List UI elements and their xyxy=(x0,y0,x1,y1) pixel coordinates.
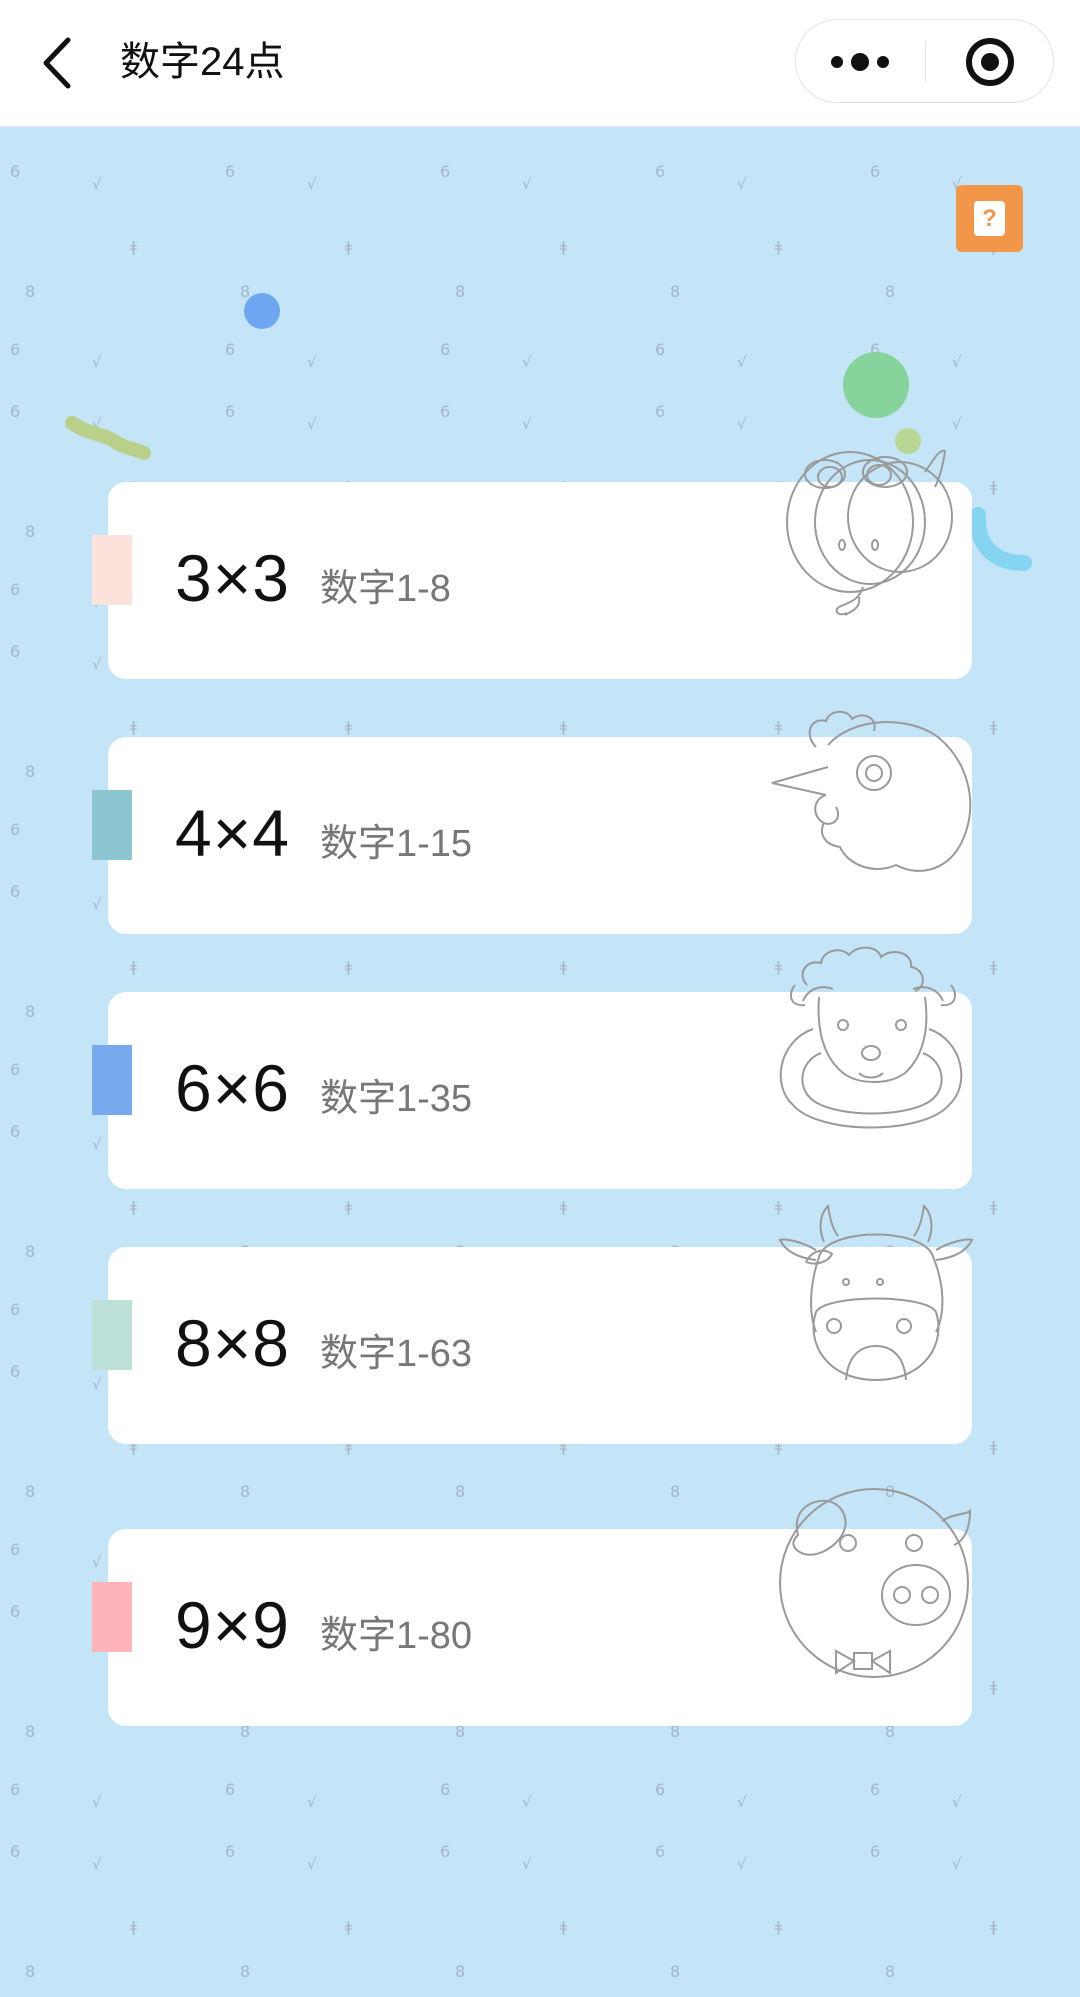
card-color-tag xyxy=(92,535,132,605)
blue-dot-decoration xyxy=(244,293,280,329)
card-color-tag xyxy=(92,790,132,860)
main-content: 6 √ ǂ 8 6 √ ? 3×3 数字1-8 xyxy=(0,127,1080,1997)
pig-icon xyxy=(779,1488,972,1678)
help-button[interactable]: ? xyxy=(956,185,1023,252)
number-range-label: 数字1-63 xyxy=(320,1333,473,1375)
page-title: 数字24点 xyxy=(120,40,285,84)
target-icon xyxy=(966,38,1014,86)
more-button[interactable] xyxy=(796,20,925,104)
chevron-left-icon xyxy=(43,37,71,89)
card-color-tag xyxy=(92,1045,132,1115)
close-button[interactable] xyxy=(926,20,1055,104)
cow-icon xyxy=(778,1203,974,1382)
number-range-label: 数字1-35 xyxy=(320,1078,473,1120)
grid-size-label: 9×9 xyxy=(175,1588,290,1662)
back-button[interactable] xyxy=(34,30,94,96)
grid-size-label: 4×4 xyxy=(175,796,290,870)
grid-size-label: 3×3 xyxy=(175,541,290,615)
question-icon: ? xyxy=(974,201,1005,236)
grid-size-label: 6×6 xyxy=(175,1051,290,1125)
number-range-label: 数字1-15 xyxy=(320,823,473,865)
mini-program-capsule xyxy=(795,19,1054,103)
green-squiggle-decoration xyxy=(65,416,151,460)
card-color-tag xyxy=(92,1300,132,1370)
snake-icon xyxy=(786,449,953,616)
grid-size-label: 8×8 xyxy=(175,1306,290,1380)
more-dots-icon xyxy=(831,53,889,71)
number-range-label: 数字1-80 xyxy=(320,1615,473,1657)
number-range-label: 数字1-8 xyxy=(320,568,451,610)
chicken-icon xyxy=(771,710,972,872)
card-color-tag xyxy=(92,1582,132,1652)
navigation-bar: 数字24点 xyxy=(0,0,1080,127)
blue-arc-decoration xyxy=(969,507,1032,571)
sheep-icon xyxy=(779,946,963,1129)
